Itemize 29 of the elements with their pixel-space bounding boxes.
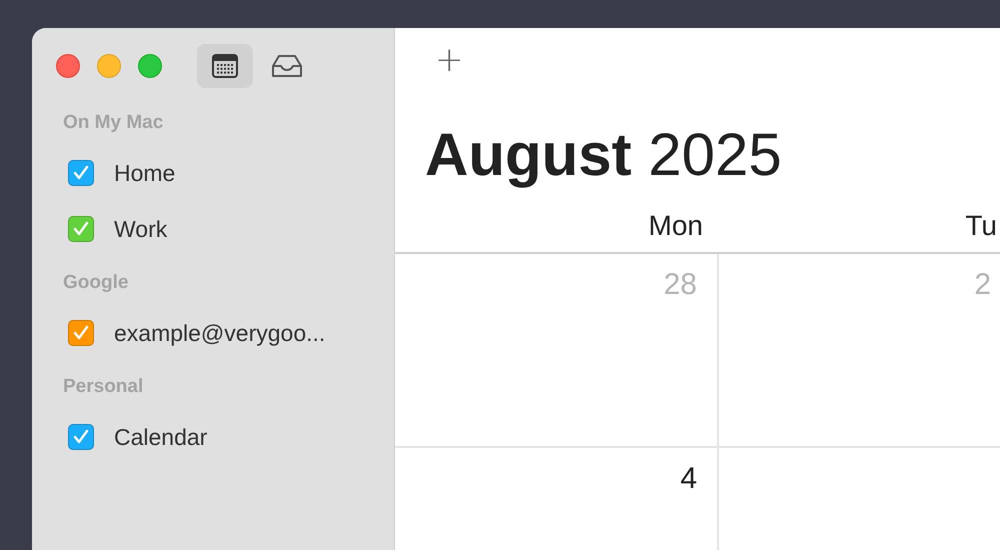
calendar-checkbox[interactable] [68,160,94,186]
add-event-button[interactable]: + [425,40,474,80]
check-icon [72,429,90,445]
section-header: Personal [63,376,144,398]
view-toggle-button[interactable] [197,44,253,88]
section-header: Google [63,272,130,294]
close-button[interactable] [56,54,80,78]
day-number: 2 [974,268,991,303]
calendar-name: Calendar [114,424,208,450]
check-icon [72,221,90,237]
calendar-name: example@verygoo... [114,320,326,346]
check-icon [72,325,90,341]
calendar-checkbox[interactable] [68,320,94,346]
weekday-header: Mon [648,210,703,241]
zoom-button[interactable] [138,54,162,78]
section-header: On My Mac [63,112,164,134]
check-icon [72,165,90,181]
calendar-name: Work [114,216,168,242]
day-number: 4 [680,462,697,497]
month-title: August 2025 [425,122,783,188]
weekday-header: Tu [965,210,997,241]
inbox-icon [271,54,303,78]
calendar-name: Home [114,160,176,186]
calendar-checkbox[interactable] [68,424,94,450]
day-cell[interactable]: 4 [395,448,719,550]
calendar-icon [212,54,238,78]
day-number: 28 [664,268,697,303]
calendar-checkbox[interactable] [68,216,94,242]
minimize-button[interactable] [97,54,121,78]
